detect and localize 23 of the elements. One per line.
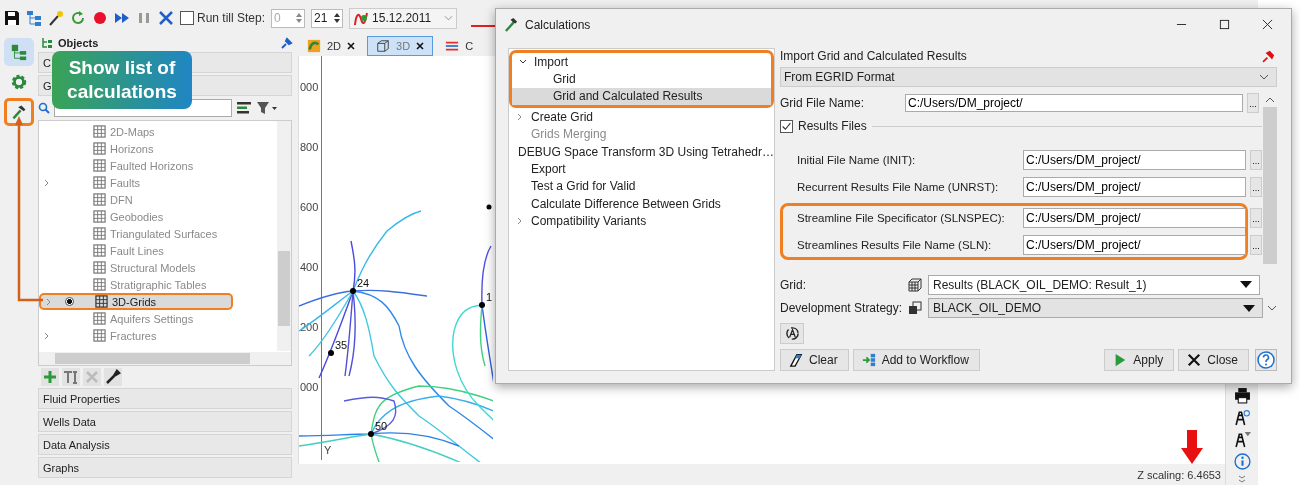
well-label: 35 bbox=[335, 339, 348, 351]
calculations-tooltip: Show list of calculations bbox=[52, 51, 192, 109]
field-label: Development Strategy: bbox=[780, 301, 904, 316]
field-label: Streamlines Results File Name (SLN): bbox=[797, 239, 993, 252]
field-label: Grid: bbox=[780, 277, 807, 292]
field-label: Streamline File Specificator (SLNSPEC): bbox=[797, 212, 1006, 225]
status-text: Z scaling: 6.4653 bbox=[1137, 468, 1221, 481]
field-label: Initial File Name (INIT): bbox=[797, 154, 917, 167]
axis-tick-label: 600 bbox=[300, 200, 319, 215]
axis-tick-label: 400 bbox=[300, 260, 319, 275]
well-label: 1 bbox=[486, 291, 493, 303]
field-label: Grid File Name: bbox=[780, 96, 866, 111]
checkbox-label: Results Files bbox=[798, 119, 867, 134]
run-till-label: Run till Step: bbox=[197, 11, 266, 25]
well-label: 24 bbox=[357, 277, 370, 289]
section-title: Import Grid and Calculated Results bbox=[780, 49, 967, 64]
axis-tick-label: 800 bbox=[300, 140, 319, 155]
field-label: Recurrent Results File Name (UNRST): bbox=[797, 181, 1000, 194]
axis-title: Y bbox=[324, 444, 332, 456]
panel-title: Objects bbox=[58, 37, 99, 49]
axis-tick-label: 000 bbox=[300, 380, 319, 395]
axis-tick-label: 000 bbox=[300, 80, 319, 95]
window-title: Calculations bbox=[525, 17, 591, 32]
